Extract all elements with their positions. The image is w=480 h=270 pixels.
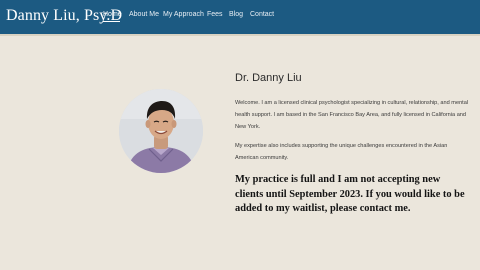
nav-about-me[interactable]: About Me	[129, 11, 159, 18]
profile-photo	[119, 89, 203, 173]
intro-paragraph: Welcome. I am a licensed clinical psycho…	[235, 100, 469, 130]
portrait-photo-icon	[119, 89, 203, 173]
nav-my-approach[interactable]: My Approach	[163, 11, 204, 18]
waitlist-notice: My practice is full and I am not accepti…	[235, 174, 465, 214]
nav-fees[interactable]: Fees	[207, 11, 223, 18]
nav-home[interactable]: Home	[103, 11, 122, 18]
nav-blog[interactable]: Blog	[229, 11, 243, 18]
page-title: Dr. Danny Liu	[235, 72, 302, 84]
site-header: Danny Liu, Psy.D Home About Me My Approa…	[0, 0, 480, 34]
expertise-paragraph: My expertise also includes supporting th…	[235, 143, 448, 161]
nav-active-underline	[103, 21, 120, 22]
header-divider	[0, 34, 480, 36]
nav-contact[interactable]: Contact	[250, 11, 274, 18]
